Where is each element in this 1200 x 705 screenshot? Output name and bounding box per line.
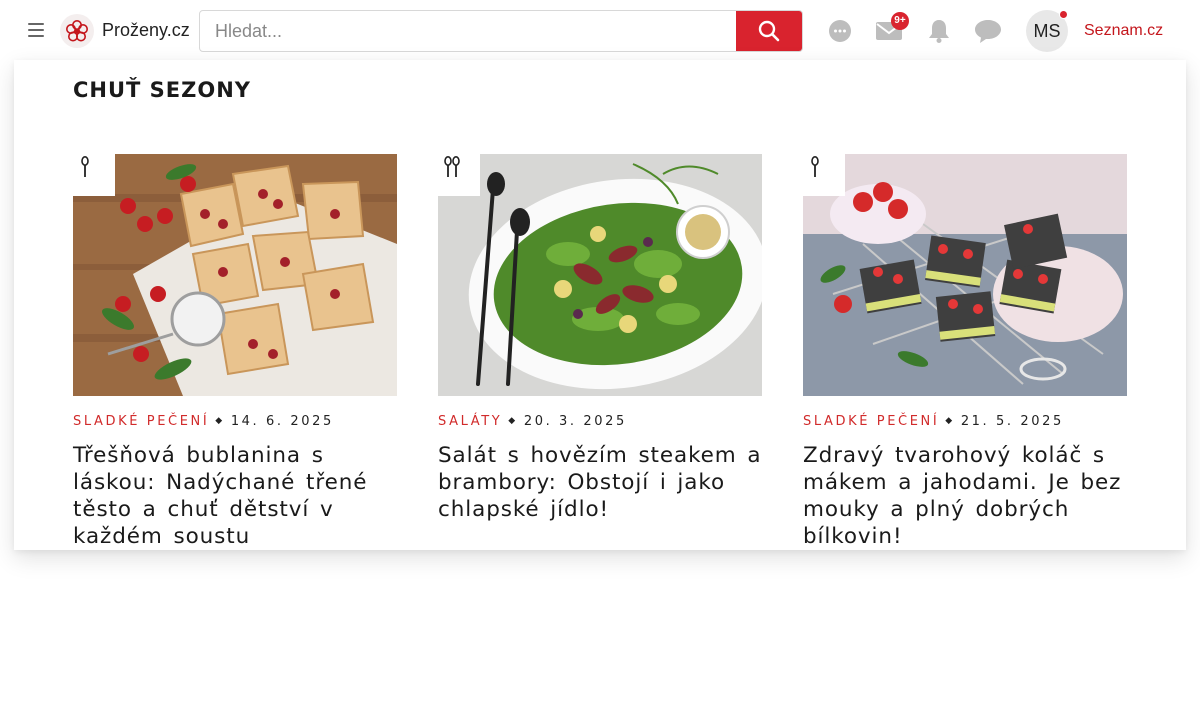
article-image[interactable] <box>803 154 1127 396</box>
spoon-icon <box>73 154 115 196</box>
article-title[interactable]: Salát s hovězím steakem a brambory: Obst… <box>438 442 762 523</box>
category-link[interactable]: SALÁTY <box>438 414 502 429</box>
speech-bubble-icon[interactable] <box>974 17 1002 45</box>
category-link[interactable]: SLADKÉ PEČENÍ <box>73 414 209 429</box>
search-box <box>199 10 803 52</box>
top-header: Proženy.cz 9+ MS Sezna <box>0 0 1200 62</box>
article-card[interactable]: SLADKÉ PEČENÍ ◆ 21. 5. 2025 Zdravý tvaroho… <box>803 154 1127 550</box>
article-card[interactable]: SLADKÉ PEČENÍ ◆ 14. 6. 2025 Třešňová bubla… <box>73 154 397 550</box>
search-input[interactable] <box>200 11 738 51</box>
cutlery-icon <box>438 154 480 196</box>
article-meta: SLADKÉ PEČENÍ ◆ 21. 5. 2025 <box>803 414 1064 429</box>
site-logo-text[interactable]: Proženy.cz <box>102 20 190 41</box>
chat-dots-icon[interactable] <box>826 17 854 45</box>
article-title[interactable]: Zdravý tvarohový koláč s mákem a jahodam… <box>803 442 1127 550</box>
article-meta: SALÁTY ◆ 20. 3. 2025 <box>438 414 627 429</box>
seznam-link[interactable]: Seznam.cz <box>1084 22 1163 40</box>
hamburger-icon[interactable] <box>28 23 44 39</box>
article-date: 14. 6. 2025 <box>230 414 334 429</box>
section-title: CHUŤ SEZONY <box>73 78 252 102</box>
category-link[interactable]: SLADKÉ PEČENÍ <box>803 414 939 429</box>
article-card[interactable]: SALÁTY ◆ 20. 3. 2025 Salát s hovězím steak… <box>438 154 762 523</box>
avatar-status-dot <box>1059 10 1068 19</box>
spoon-icon <box>803 154 845 196</box>
season-panel: CHUŤ SEZONY SLADKÉ PEČENÍ ◆ 14. 6. 2025 … <box>14 60 1186 550</box>
search-icon <box>758 20 780 42</box>
article-image[interactable] <box>438 154 762 396</box>
notification-badge: 9+ <box>891 12 909 30</box>
article-meta: SLADKÉ PEČENÍ ◆ 14. 6. 2025 <box>73 414 334 429</box>
search-button[interactable] <box>736 11 802 51</box>
article-image[interactable] <box>73 154 397 396</box>
article-date: 21. 5. 2025 <box>960 414 1064 429</box>
article-title[interactable]: Třešňová bublanina s láskou: Nadýchané t… <box>73 442 397 550</box>
bell-icon[interactable] <box>925 17 953 45</box>
article-date: 20. 3. 2025 <box>523 414 627 429</box>
flower-logo-icon[interactable] <box>60 14 94 48</box>
